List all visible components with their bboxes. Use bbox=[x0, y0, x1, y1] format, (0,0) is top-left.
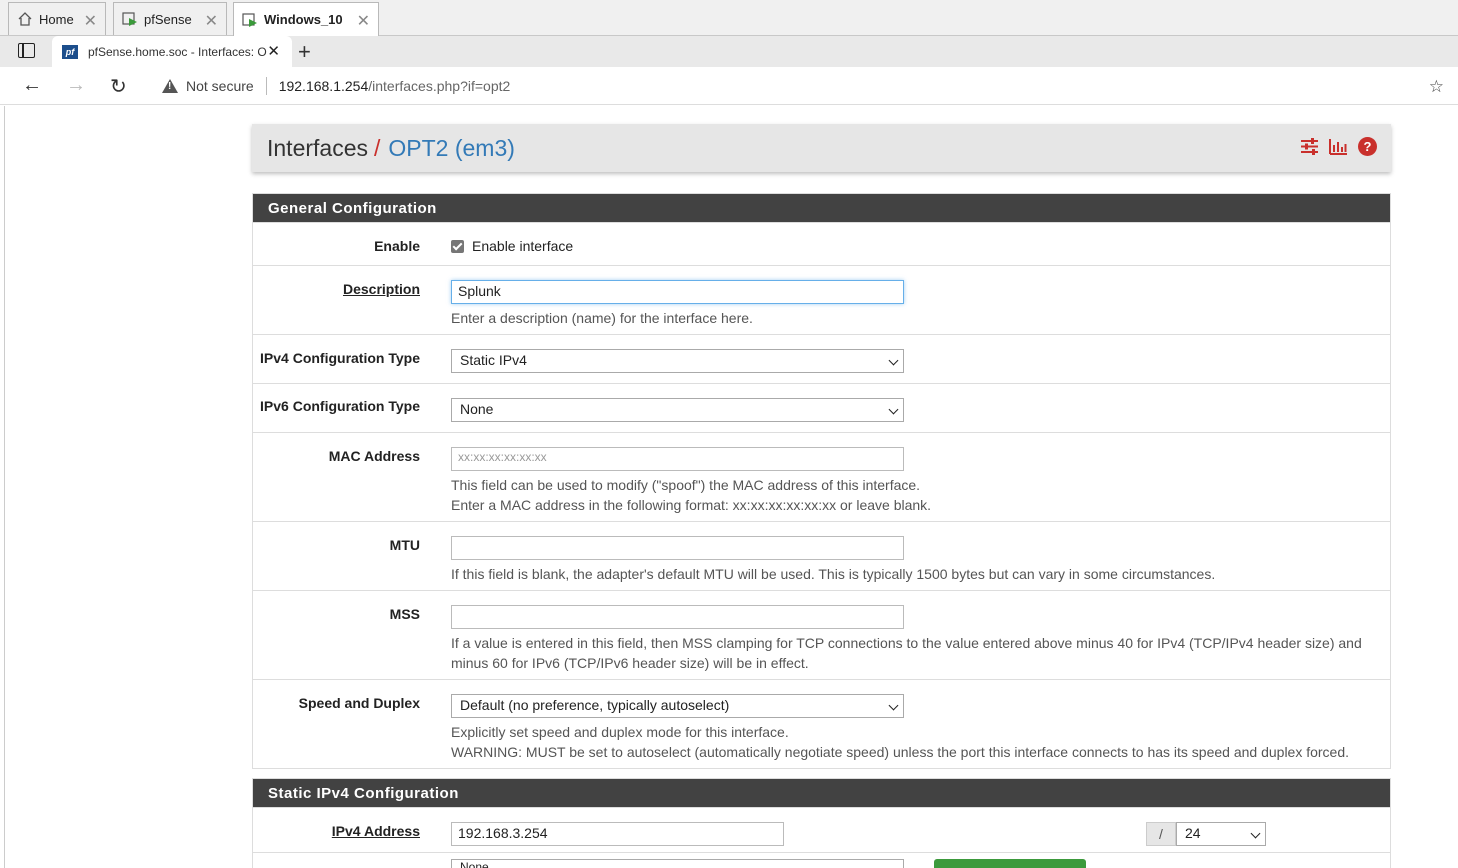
gateway-row: None bbox=[253, 852, 1390, 868]
static-ipv4-panel: Static IPv4 Configuration IPv4 Address 1… bbox=[252, 778, 1391, 868]
ipv6-type-row: IPv6 Configuration Type None bbox=[253, 383, 1390, 432]
mtu-input[interactable] bbox=[451, 536, 904, 560]
back-icon[interactable]: ← bbox=[22, 74, 42, 97]
speed-help-line: Explicitly set speed and duplex mode for… bbox=[451, 724, 789, 740]
enable-checkbox[interactable]: Enable interface bbox=[451, 238, 573, 254]
mss-help: If a value is entered in this field, the… bbox=[451, 633, 1362, 673]
new-tab-icon[interactable]: + bbox=[298, 39, 311, 65]
ipv4-type-select[interactable]: Static IPv4 bbox=[451, 349, 904, 373]
home-icon bbox=[17, 11, 33, 27]
mss-help-line: minus 60 for IPv6 (TCP/IPv6 header size)… bbox=[451, 655, 809, 671]
vm-tab-strip: Home ✕ pfSense ✕ Windows_10 ✕ bbox=[0, 0, 1458, 36]
mss-help-line: If a value is entered in this field, the… bbox=[451, 635, 1362, 651]
checkbox-checked-icon[interactable] bbox=[451, 239, 464, 253]
ipv4-address-label: IPv4 Address bbox=[331, 823, 420, 839]
warning-icon bbox=[162, 79, 178, 93]
gateway-select[interactable]: None bbox=[451, 859, 904, 868]
add-gateway-button[interactable] bbox=[934, 859, 1086, 868]
page-title-bar: Interfaces / OPT2 (em3) ? bbox=[252, 124, 1391, 172]
vm-tab-windows10[interactable]: Windows_10 ✕ bbox=[233, 2, 379, 36]
vm-tab-home[interactable]: Home ✕ bbox=[8, 2, 106, 35]
close-tab-icon[interactable]: ✕ bbox=[267, 42, 280, 60]
ipv6-type-select[interactable]: None bbox=[451, 398, 904, 422]
sliders-icon[interactable] bbox=[1300, 137, 1319, 156]
vm-tab-label: pfSense bbox=[144, 11, 192, 27]
address-bar-row: ← → ↻ Not secure 192.168.1.254/interface… bbox=[0, 67, 1458, 105]
browser-tab-title: pfSense.home.soc - Interfaces: O bbox=[88, 44, 267, 59]
browser-tab[interactable]: pf pfSense.home.soc - Interfaces: O ✕ bbox=[52, 36, 292, 67]
cidr-select[interactable]: 24 bbox=[1176, 822, 1266, 846]
panel-heading: General Configuration bbox=[253, 194, 1390, 222]
speed-duplex-select[interactable]: Default (no preference, typically autose… bbox=[451, 694, 904, 718]
not-secure-label: Not secure bbox=[186, 78, 254, 94]
breadcrumb-current[interactable]: OPT2 (em3) bbox=[388, 135, 515, 162]
mtu-help: If this field is blank, the adapter's de… bbox=[451, 566, 1216, 582]
speed-duplex-help: Explicitly set speed and duplex mode for… bbox=[451, 722, 1349, 762]
enable-label: Enable bbox=[374, 238, 420, 254]
url-path: /interfaces.php?if=opt2 bbox=[368, 78, 511, 94]
forward-icon[interactable]: → bbox=[66, 74, 86, 97]
mss-label: MSS bbox=[389, 606, 420, 622]
close-icon[interactable]: ✕ bbox=[84, 11, 97, 31]
cidr-slash: / bbox=[1146, 822, 1176, 846]
description-help: Enter a description (name) for the inter… bbox=[451, 310, 753, 326]
description-input[interactable]: Splunk bbox=[451, 280, 904, 304]
vm-icon bbox=[122, 11, 138, 27]
header-icons: ? bbox=[1300, 137, 1377, 156]
bar-chart-icon[interactable] bbox=[1329, 137, 1348, 156]
mac-input[interactable]: xx:xx:xx:xx:xx:xx bbox=[451, 447, 904, 471]
speed-duplex-label: Speed and Duplex bbox=[298, 695, 420, 711]
panel-heading: Static IPv4 Configuration bbox=[253, 779, 1390, 807]
pfsense-favicon-icon: pf bbox=[62, 44, 78, 59]
divider bbox=[265, 77, 267, 95]
mss-input[interactable] bbox=[451, 605, 904, 629]
ipv4-type-label: IPv4 Configuration Type bbox=[260, 350, 420, 366]
vm-icon bbox=[242, 12, 258, 28]
vm-tab-label: Home bbox=[39, 11, 74, 27]
mtu-label: MTU bbox=[389, 537, 420, 553]
mac-help: This field can be used to modify ("spoof… bbox=[451, 475, 931, 515]
enable-checkbox-label: Enable interface bbox=[472, 238, 574, 254]
page-viewport: Interfaces / OPT2 (em3) ? General Config… bbox=[4, 106, 1454, 868]
ipv4-address-row: IPv4 Address 192.168.3.254 / 24 bbox=[253, 807, 1390, 852]
close-icon[interactable]: ✕ bbox=[357, 11, 370, 31]
vm-tab-pfsense[interactable]: pfSense ✕ bbox=[113, 2, 227, 35]
ipv4-type-row: IPv4 Configuration Type Static IPv4 bbox=[253, 334, 1390, 383]
vm-tab-label: Windows_10 bbox=[264, 12, 343, 27]
speed-duplex-row: Speed and Duplex Default (no preference,… bbox=[253, 679, 1390, 768]
description-label: Description bbox=[342, 281, 420, 297]
speed-help-line: WARNING: MUST be set to autoselect (auto… bbox=[451, 744, 1350, 760]
breadcrumb-root[interactable]: Interfaces bbox=[267, 135, 368, 162]
mac-row: MAC Address xx:xx:xx:xx:xx:xx This field… bbox=[253, 432, 1390, 521]
description-row: Description Splunk Enter a description (… bbox=[253, 265, 1390, 334]
mac-help-line: Enter a MAC address in the following for… bbox=[451, 497, 932, 513]
favorite-star-icon[interactable]: ☆ bbox=[1429, 77, 1444, 97]
general-configuration-panel: General Configuration Enable Enable inte… bbox=[252, 193, 1391, 769]
ipv4-address-input[interactable]: 192.168.3.254 bbox=[451, 822, 784, 846]
mtu-row: MTU If this field is blank, the adapter'… bbox=[253, 521, 1390, 590]
tab-actions-icon[interactable] bbox=[18, 43, 35, 58]
mac-help-line: This field can be used to modify ("spoof… bbox=[451, 477, 921, 493]
url-host: 192.168.1.254 bbox=[278, 78, 369, 94]
browser-tab-strip: pf pfSense.home.soc - Interfaces: O ✕ + bbox=[0, 36, 1458, 67]
reload-icon[interactable]: ↻ bbox=[110, 74, 127, 99]
breadcrumb-separator: / bbox=[374, 134, 381, 161]
ipv6-type-label: IPv6 Configuration Type bbox=[260, 398, 420, 414]
mac-label: MAC Address bbox=[328, 448, 420, 464]
enable-row: Enable Enable interface bbox=[253, 222, 1390, 265]
address-field[interactable]: Not secure 192.168.1.254/interfaces.php?… bbox=[148, 71, 1448, 101]
close-icon[interactable]: ✕ bbox=[205, 11, 218, 31]
mss-row: MSS If a value is entered in this field,… bbox=[253, 590, 1390, 679]
help-icon[interactable]: ? bbox=[1358, 137, 1377, 156]
